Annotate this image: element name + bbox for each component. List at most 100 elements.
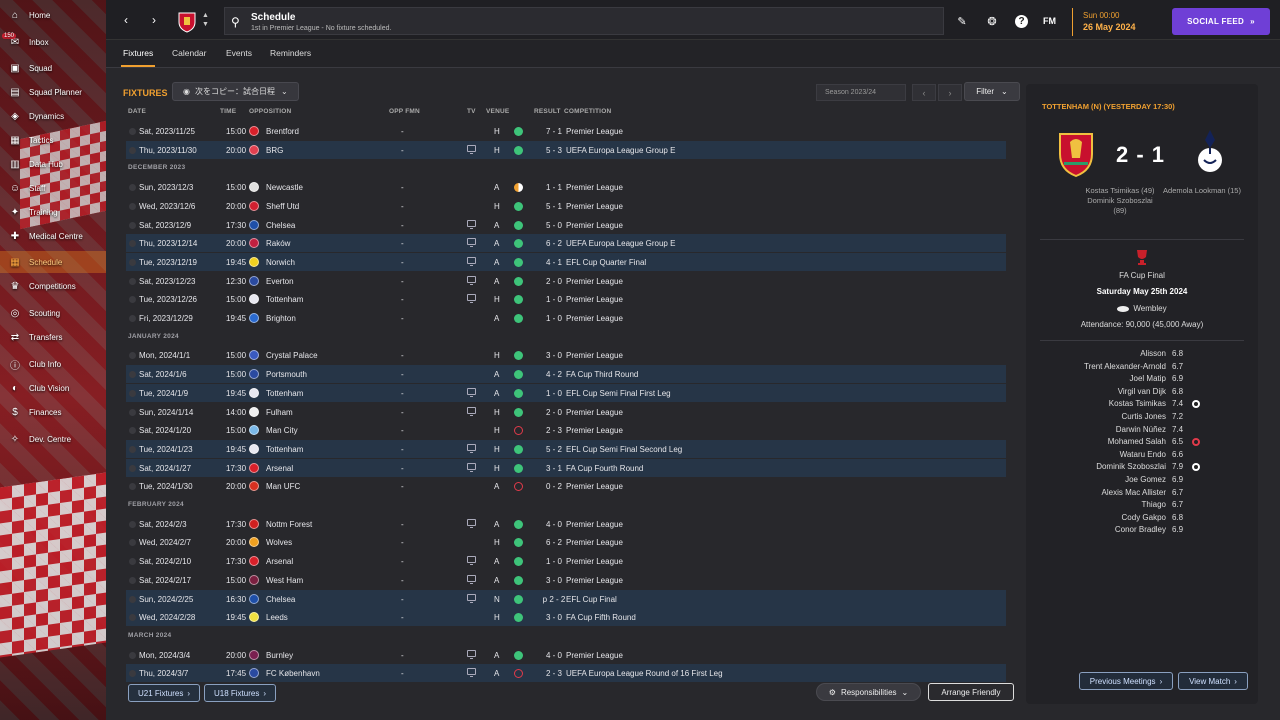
col-result[interactable]: RESULT (534, 108, 561, 115)
club-switch-arrows[interactable]: ▲ ▼ (202, 11, 209, 29)
previous-meetings-button[interactable]: Previous Meetings › (1079, 672, 1173, 690)
social-feed-button[interactable]: SOCIAL FEED » (1172, 8, 1270, 35)
player-rating-row[interactable]: Thiago 6.7 (1026, 499, 1258, 512)
opponent-name[interactable]: FC København (266, 669, 320, 678)
opponent-name[interactable]: Newcastle (266, 183, 303, 192)
player-rating-row[interactable]: Mohamed Salah 6.5 (1026, 436, 1258, 449)
opponent-name[interactable]: Tottenham (266, 389, 303, 398)
sidebar-item-scouting[interactable]: ◎ Scouting (0, 302, 106, 324)
opponent-name[interactable]: Tottenham (266, 295, 303, 304)
fixture-row[interactable]: Tue, 2024/1/9 19:45 Tottenham - A 1 - 0 EFL Cu… (126, 383, 1006, 402)
opponent-name[interactable]: Sheff Utd (266, 202, 299, 211)
opponent-name[interactable]: Portsmouth (266, 370, 307, 379)
opponent-name[interactable]: West Ham (266, 576, 303, 585)
player-rating-row[interactable]: Conor Bradley 6.9 (1026, 524, 1258, 537)
opponent-name[interactable]: BRG (266, 146, 283, 155)
player-rating-row[interactable]: Alexis Mac Allister 6.7 (1026, 487, 1258, 500)
fm-logo[interactable]: FM (1043, 16, 1056, 26)
opponent-name[interactable]: Brighton (266, 314, 296, 323)
player-rating-row[interactable]: Cody Gakpo 6.8 (1026, 512, 1258, 525)
player-rating-row[interactable]: Darwin Núñez 7.4 (1026, 424, 1258, 437)
back-button[interactable]: ‹ (118, 12, 134, 28)
fixture-row[interactable]: Sat, 2024/1/6 15:00 Portsmouth - A 4 - 2 FA Cu… (126, 365, 1006, 384)
opponent-name[interactable]: Crystal Palace (266, 351, 318, 360)
season-selector[interactable]: Season 2023/24 (816, 84, 906, 101)
opponent-name[interactable]: Chelsea (266, 595, 295, 604)
sidebar-item-dev-centre[interactable]: ✧ Dev. Centre (0, 428, 106, 450)
player-rating-row[interactable]: Joe Gomez 6.9 (1026, 474, 1258, 487)
sidebar-item-schedule[interactable]: ▦ Schedule (0, 251, 106, 273)
fixture-row[interactable]: Mon, 2024/1/1 15:00 Crystal Palace - H 3 - 0P… (126, 346, 1006, 364)
sidebar-item-inbox[interactable]: ✉ Inbox 150 (0, 31, 106, 53)
sidebar-item-medical-centre[interactable]: ✚ Medical Centre (0, 225, 106, 247)
mind-icon[interactable]: ❂ (984, 13, 1000, 29)
fixture-row[interactable]: Sat, 2023/12/23 12:30 Everton - A 2 - 0 Premie… (126, 272, 1006, 290)
opponent-name[interactable]: Wolves (266, 538, 292, 547)
prev-page-button[interactable]: ‹ (912, 84, 936, 101)
fixture-row[interactable]: Sat, 2024/1/27 17:30 Arsenal - H 3 - 1 FA Cup … (126, 458, 1006, 477)
col-date[interactable]: DATE (128, 108, 146, 115)
sidebar-item-home[interactable]: ⌂ Home (0, 4, 106, 26)
sidebar-item-tactics[interactable]: ▦ Tactics (0, 129, 106, 151)
sidebar-item-transfers[interactable]: ⇄ Transfers (0, 326, 106, 348)
player-rating-row[interactable]: Dominik Szoboszlai 7.9 (1026, 461, 1258, 474)
opponent-name[interactable]: Fulham (266, 408, 293, 417)
sidebar-item-data-hub[interactable]: ▥ Data Hub (0, 153, 106, 175)
sidebar-item-club-info[interactable]: ⓘ Club Info (0, 353, 106, 375)
pencil-icon[interactable]: ✎ (954, 13, 970, 29)
sidebar-item-staff[interactable]: ☺ Staff (0, 177, 106, 199)
fixture-row[interactable]: Sat, 2024/2/10 17:30 Arsenal - A 1 - 0 Premier… (126, 552, 1006, 570)
sidebar-item-training[interactable]: ✦ Training (0, 201, 106, 223)
fixture-row[interactable]: Sun, 2023/12/3 15:00 Newcastle - A 1 - 1 Premi… (126, 178, 1006, 196)
copy-schedule-button[interactable]: ◉ 次をコピー：試合日程 ⌄ (172, 82, 299, 101)
fixture-row[interactable]: Sat, 2024/2/17 15:00 West Ham - A 3 - 0 Premie… (126, 571, 1006, 589)
tab-events[interactable]: Events (226, 48, 252, 58)
liverpool-crest-icon[interactable] (1056, 128, 1096, 178)
filter-button[interactable]: Filter ⌄ (964, 82, 1020, 101)
sidebar-item-squad-planner[interactable]: ▤ Squad Planner (0, 81, 106, 103)
opponent-name[interactable]: Man City (266, 426, 298, 435)
liverpool-crest-icon[interactable] (176, 9, 198, 33)
opponent-name[interactable]: Nottm Forest (266, 520, 312, 529)
sidebar-item-finances[interactable]: $ Finances (0, 401, 106, 423)
player-rating-row[interactable]: Joel Matip 6.9 (1026, 373, 1258, 386)
arrange-friendly-button[interactable]: Arrange Friendly (928, 683, 1014, 701)
player-rating-row[interactable]: Alisson 6.8 (1026, 348, 1258, 361)
fixture-row[interactable]: Sun, 2024/2/25 16:30 Chelsea - Np 2 - 2 EFL C… (126, 589, 1006, 608)
help-icon[interactable]: ? (1015, 15, 1028, 28)
sidebar-item-competitions[interactable]: ♛ Competitions (0, 275, 106, 297)
fixture-row[interactable]: Wed, 2024/2/7 20:00 Wolves - H 6 - 2 Premier L… (126, 533, 1006, 551)
fixture-row[interactable]: Thu, 2024/3/7 17:45 FC København - A 2 - 3 UEF… (126, 664, 1006, 683)
opponent-name[interactable]: Brentford (266, 127, 299, 136)
sidebar-item-club-vision[interactable]: ◐ Club Vision (0, 377, 106, 399)
fixture-row[interactable]: Sat, 2024/2/3 17:30 Nottm Forest - A 4 - 0 Pre… (126, 515, 1006, 533)
player-rating-row[interactable]: Curtis Jones 7.2 (1026, 411, 1258, 424)
player-rating-row[interactable]: Virgil van Dijk 6.8 (1026, 386, 1258, 399)
tab-calendar[interactable]: Calendar (172, 48, 207, 58)
opponent-name[interactable]: Man UFC (266, 482, 300, 491)
opponent-name[interactable]: Leeds (266, 613, 288, 622)
responsibilities-button[interactable]: ⚙ Responsibilities ⌄ (816, 683, 921, 701)
fixture-row[interactable]: Wed, 2024/2/28 19:45 Leeds - H 3 - 0 FA Cup Fi… (126, 608, 1006, 627)
u18-fixtures-button[interactable]: U18 Fixtures › (204, 684, 276, 702)
opponent-name[interactable]: Tottenham (266, 445, 303, 454)
fixture-row[interactable]: Wed, 2023/12/6 20:00 Sheff Utd - H 5 - 1 Premi… (126, 197, 1006, 215)
opponent-name[interactable]: Chelsea (266, 221, 295, 230)
col-venue[interactable]: VENUE (486, 108, 509, 115)
fixture-row[interactable]: Mon, 2024/3/4 20:00 Burnley - A 4 - 0 Premier … (126, 646, 1006, 664)
tottenham-crest-icon[interactable] (1192, 126, 1228, 180)
opponent-name[interactable]: Raków (266, 239, 290, 248)
col-opposition[interactable]: OPPOSITION (249, 108, 291, 115)
fixture-row[interactable]: Tue, 2024/1/23 19:45 Tottenham - H 5 - 2 EFL C… (126, 439, 1006, 458)
fixture-row[interactable]: Sun, 2024/1/14 14:00 Fulham - H 2 - 0 Premier … (126, 403, 1006, 421)
fixture-row[interactable]: Tue, 2023/12/26 15:00 Tottenham - H 1 - 0 Prem… (126, 290, 1006, 308)
col-time[interactable]: TIME (220, 108, 236, 115)
forward-button[interactable]: › (146, 12, 162, 28)
fixture-row[interactable]: Sat, 2024/1/20 15:00 Man City - H 2 - 3 Premie… (126, 421, 1006, 439)
fixture-row[interactable]: Tue, 2024/1/30 20:00 Man UFC - A 0 - 2 Premier… (126, 477, 1006, 495)
continue-date-box[interactable]: Sun 00:00 26 May 2024 (1072, 8, 1168, 36)
player-rating-row[interactable]: Wataru Endo 6.6 (1026, 449, 1258, 462)
opponent-name[interactable]: Arsenal (266, 557, 293, 566)
title-search-box[interactable]: ⚲ Schedule 1st in Premier League - No fi… (224, 7, 944, 35)
fixture-row[interactable]: Sat, 2023/12/9 17:30 Chelsea - A 5 - 0 Premier… (126, 216, 1006, 234)
